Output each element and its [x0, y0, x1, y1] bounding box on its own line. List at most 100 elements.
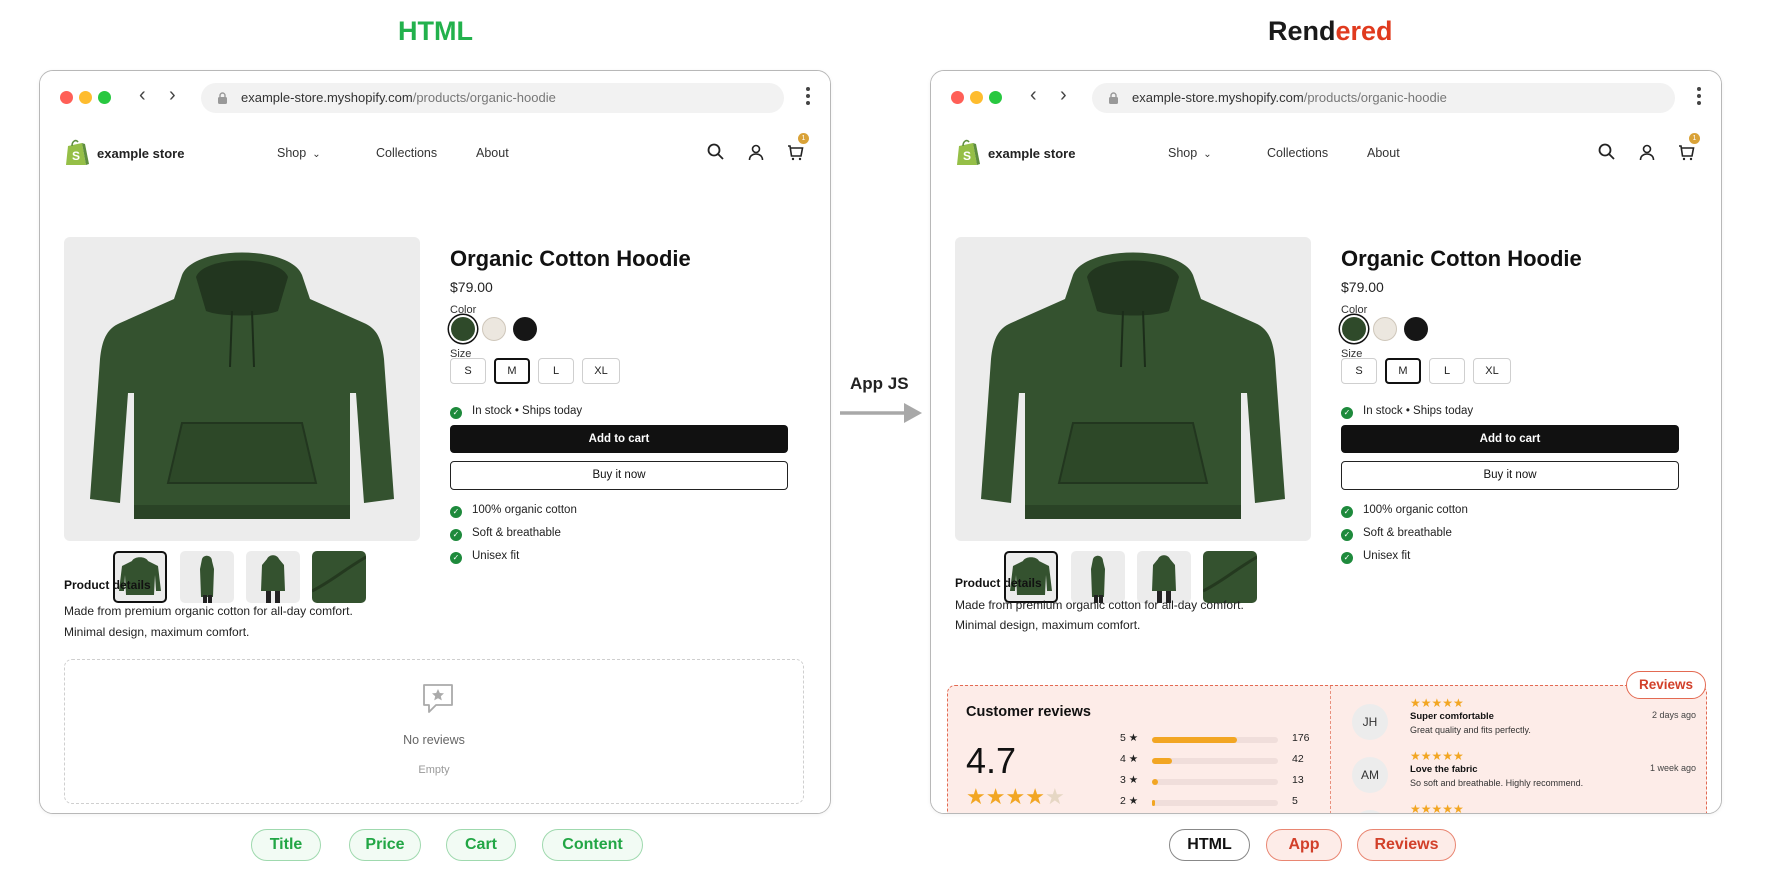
size-xl-button[interactable]: XL — [582, 358, 620, 384]
rating-bar-count: 176 — [1292, 732, 1310, 744]
color-swatch-black[interactable] — [513, 317, 537, 341]
rating-star-icon: ★ — [985, 784, 1006, 809]
feature-item: Soft & breathable — [1363, 527, 1452, 539]
rating-bar-row: 5 ★ 176 — [1120, 732, 1325, 748]
color-swatch-black[interactable] — [1404, 317, 1428, 341]
rating-bar-fill — [1152, 758, 1173, 764]
rating-star-icon: ★ — [966, 784, 986, 809]
url-host: example-store.myshopify.com — [1132, 90, 1304, 105]
cart-icon[interactable] — [785, 142, 805, 162]
stock-status: In stock • Ships today — [1363, 405, 1474, 417]
close-window-button[interactable] — [951, 91, 964, 104]
account-icon[interactable] — [746, 142, 766, 162]
rating-bar-fill — [1152, 737, 1237, 743]
review-text: Great quality and fits perfectly. — [1410, 725, 1531, 735]
search-icon[interactable] — [1597, 142, 1617, 162]
check-icon: ✓ — [1341, 529, 1353, 541]
address-bar[interactable]: example-store.myshopify.com/products/org… — [1092, 83, 1675, 113]
feature-item: 100% organic cotton — [1363, 504, 1468, 516]
color-swatch-cream[interactable] — [1373, 317, 1397, 341]
lock-icon — [218, 92, 227, 104]
account-icon[interactable] — [1637, 142, 1657, 162]
forward-icon[interactable]: › — [1060, 85, 1067, 105]
thumbnail-front[interactable] — [113, 551, 167, 603]
rating-bar-track — [1152, 779, 1278, 785]
maximize-window-button[interactable] — [989, 91, 1002, 104]
rating-bar-count: 42 — [1292, 753, 1304, 765]
nav-shop[interactable]: Shop ⌄ — [277, 146, 321, 160]
color-swatch-green[interactable] — [451, 317, 475, 341]
product-main-image[interactable] — [955, 237, 1311, 541]
feature-item: 100% organic cotton — [472, 504, 577, 516]
size-m-button[interactable]: M — [1385, 358, 1421, 384]
color-swatch-green[interactable] — [1342, 317, 1366, 341]
search-icon[interactable] — [706, 142, 726, 162]
close-window-button[interactable] — [60, 91, 73, 104]
nav-about[interactable]: About — [1367, 146, 1400, 160]
more-menu-icon[interactable] — [1697, 87, 1701, 105]
size-xl-button[interactable]: XL — [1473, 358, 1511, 384]
add-to-cart-button[interactable]: Add to cart — [1341, 425, 1679, 453]
rating-bar-label: 4 ★ — [1120, 753, 1139, 765]
thumbnail-back[interactable] — [1137, 551, 1191, 603]
check-icon: ✓ — [450, 552, 462, 564]
size-s-button[interactable]: S — [1341, 358, 1377, 384]
svg-text:S: S — [72, 149, 80, 163]
rendered-heading-part: Rend — [1268, 16, 1336, 46]
more-menu-icon[interactable] — [806, 87, 810, 105]
back-icon[interactable]: ‹ — [1030, 85, 1037, 105]
cart-count-badge: 1 — [1689, 133, 1700, 144]
thumbnail-detail[interactable] — [312, 551, 366, 603]
reviews-average-stars: ★★★★★ — [966, 784, 1065, 810]
thumbnail-detail[interactable] — [1203, 551, 1257, 603]
tag-pill-cart: Cart — [446, 829, 516, 861]
rendered-heading-accent: ered — [1335, 16, 1393, 46]
maximize-window-button[interactable] — [98, 91, 111, 104]
shopify-logo[interactable]: S — [955, 138, 981, 166]
minimize-window-button[interactable] — [970, 91, 983, 104]
rating-bar-row: 3 ★ 13 — [1120, 774, 1325, 790]
hoodie-image — [90, 252, 394, 519]
rating-bar-row: 2 ★ 5 — [1120, 795, 1325, 811]
forward-icon[interactable]: › — [169, 85, 176, 105]
rating-bar-label: 3 ★ — [1120, 774, 1139, 786]
url-path: /products/organic-hoodie — [1303, 90, 1447, 105]
hoodie-back-thumb — [1152, 555, 1176, 603]
size-s-button[interactable]: S — [450, 358, 486, 384]
add-to-cart-button[interactable]: Add to cart — [450, 425, 788, 453]
nav-collections[interactable]: Collections — [1267, 146, 1328, 160]
nav-shop[interactable]: Shop ⌄ — [1168, 146, 1212, 160]
size-l-button[interactable]: L — [1429, 358, 1465, 384]
reviews-divider — [1330, 686, 1331, 813]
address-bar[interactable]: example-store.myshopify.com/products/org… — [201, 83, 784, 113]
size-l-button[interactable]: L — [538, 358, 574, 384]
nav-collections[interactable]: Collections — [376, 146, 437, 160]
chat-star-icon — [423, 684, 453, 713]
cart-icon[interactable] — [1676, 142, 1696, 162]
store-name[interactable]: example store — [988, 146, 1075, 161]
nav-shop-label: Shop — [1168, 146, 1198, 160]
nav-about[interactable]: About — [476, 146, 509, 160]
thumbnail-side[interactable] — [1071, 551, 1125, 603]
product-main-image[interactable] — [64, 237, 420, 541]
buy-now-button[interactable]: Buy it now — [1341, 461, 1679, 490]
svg-text:S: S — [963, 149, 971, 163]
store-name[interactable]: example store — [97, 146, 184, 161]
product-details-title: Product details — [64, 578, 151, 592]
minimize-window-button[interactable] — [79, 91, 92, 104]
color-swatch-cream[interactable] — [482, 317, 506, 341]
thumbnail-side[interactable] — [180, 551, 234, 603]
html-browser-window: ‹ › example-store.myshopify.com/products… — [39, 70, 831, 814]
back-icon[interactable]: ‹ — [139, 85, 146, 105]
rendered-heading: Rendered — [1268, 16, 1393, 47]
rating-bar-label: 5 ★ — [1120, 732, 1139, 744]
browser-chrome: ‹ › example-store.myshopify.com/products… — [931, 71, 1721, 121]
review-item: TL★★★★★Perfect hoodieMinimal design, exc… — [1344, 802, 1700, 813]
size-m-button[interactable]: M — [494, 358, 530, 384]
chevron-down-icon: ⌄ — [1203, 149, 1212, 160]
buy-now-button[interactable]: Buy it now — [450, 461, 788, 490]
shopify-logo[interactable]: S — [64, 138, 90, 166]
rating-bar-fill — [1152, 800, 1155, 806]
thumbnail-back[interactable] — [246, 551, 300, 603]
product-details-line: Made from premium organic cotton for all… — [64, 604, 353, 618]
